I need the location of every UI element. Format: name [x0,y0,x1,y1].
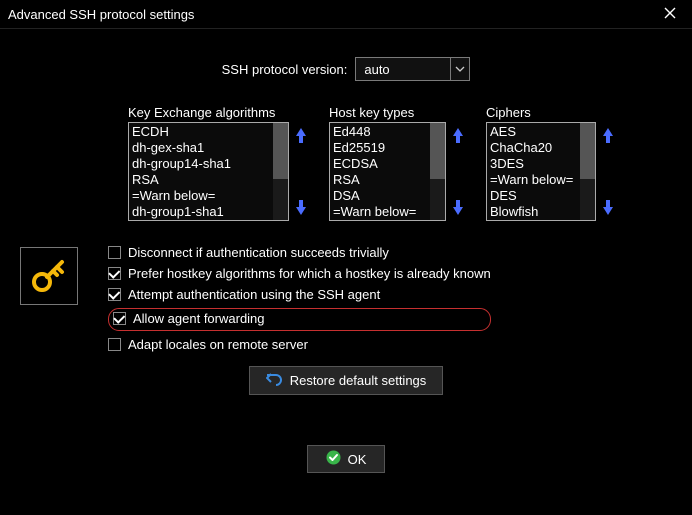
scrollbar[interactable] [430,123,445,220]
scrollbar-thumb[interactable] [580,123,595,179]
ok-label: OK [348,452,367,467]
options-list: Disconnect if authentication succeeds tr… [108,245,491,352]
restore-defaults-button[interactable]: Restore default settings [249,366,444,395]
checkbox-adapt-locales[interactable]: Adapt locales on remote server [108,337,491,352]
scrollbar-thumb[interactable] [273,123,288,179]
protocol-version-row: SSH protocol version: auto [0,57,692,81]
checkbox-label: Attempt authentication using the SSH age… [128,287,380,302]
ciphers-column: Ciphers AES ChaCha20 3DES =Warn below= D… [486,105,614,221]
hostkey-column: Host key types Ed448 Ed25519 ECDSA RSA D… [329,105,464,221]
kex-column: Key Exchange algorithms ECDH dh-gex-sha1… [128,105,307,221]
kex-move-up[interactable] [295,126,307,144]
list-item[interactable]: dh-group14-sha1 [132,156,288,172]
kex-header: Key Exchange algorithms [128,105,307,120]
undo-icon [266,372,282,389]
restore-label: Restore default settings [290,373,427,388]
key-icon [28,254,70,299]
hostkey-listbox[interactable]: Ed448 Ed25519 ECDSA RSA DSA =Warn below= [329,122,446,221]
kex-move-down[interactable] [295,199,307,217]
ciphers-listbox[interactable]: AES ChaCha20 3DES =Warn below= DES Blowf… [486,122,596,221]
list-item[interactable]: dh-group1-sha1 [132,204,288,220]
scrollbar-thumb[interactable] [430,123,445,179]
protocol-version-label: SSH protocol version: [222,62,348,77]
list-item[interactable]: DSA [333,188,445,204]
options-area: Disconnect if authentication succeeds tr… [0,229,692,352]
checkbox-allow-forwarding[interactable]: Allow agent forwarding [113,311,265,326]
allow-forwarding-highlight: Allow agent forwarding [108,308,491,331]
protocol-version-select[interactable]: auto [355,57,470,81]
kex-listbox[interactable]: ECDH dh-gex-sha1 dh-group14-sha1 RSA =Wa… [128,122,289,221]
close-button[interactable] [656,0,684,28]
check-icon [326,450,341,468]
scrollbar[interactable] [273,123,288,220]
list-item[interactable]: ECDSA [333,156,445,172]
list-item[interactable]: Ed448 [333,124,445,140]
hostkey-header: Host key types [329,105,464,120]
list-item[interactable]: =Warn below= [132,188,288,204]
hostkey-move-down[interactable] [452,199,464,217]
key-icon-frame [20,247,78,305]
checkbox-label: Allow agent forwarding [133,311,265,326]
ok-button[interactable]: OK [307,445,386,473]
ok-row: OK [0,445,692,473]
list-item[interactable]: RSA [132,172,288,188]
checkbox-prefer-hostkey[interactable]: Prefer hostkey algorithms for which a ho… [108,266,491,281]
hostkey-move-up[interactable] [452,126,464,144]
list-item[interactable]: dh-gex-sha1 [132,140,288,156]
checkbox-disconnect-trivial[interactable]: Disconnect if authentication succeeds tr… [108,245,491,260]
checkbox-label: Prefer hostkey algorithms for which a ho… [128,266,491,281]
list-item[interactable]: Ed25519 [333,140,445,156]
checkbox-label: Adapt locales on remote server [128,337,308,352]
checkbox-attempt-agent[interactable]: Attempt authentication using the SSH age… [108,287,491,302]
chevron-down-icon [450,58,469,80]
protocol-version-value: auto [356,62,450,77]
list-item[interactable]: RSA [333,172,445,188]
restore-row: Restore default settings [0,366,692,395]
algorithm-lists: Key Exchange algorithms ECDH dh-gex-sha1… [0,81,692,229]
window-title: Advanced SSH protocol settings [8,7,194,22]
ciphers-move-up[interactable] [602,126,614,144]
ciphers-header: Ciphers [486,105,614,120]
list-item[interactable]: =Warn below= [333,204,445,220]
ciphers-move-down[interactable] [602,199,614,217]
titlebar: Advanced SSH protocol settings [0,0,692,29]
close-icon [664,7,676,22]
checkbox-label: Disconnect if authentication succeeds tr… [128,245,389,260]
scrollbar[interactable] [580,123,595,220]
list-item[interactable]: ECDH [132,124,288,140]
